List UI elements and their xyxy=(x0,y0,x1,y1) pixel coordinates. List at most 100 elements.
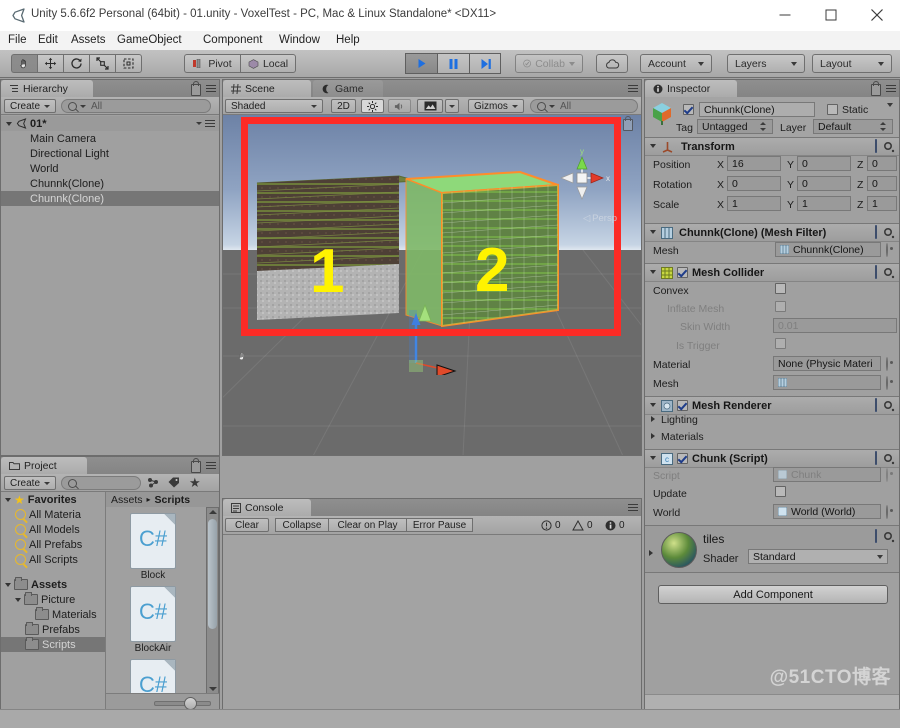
scene-search-input[interactable]: All xyxy=(530,99,638,113)
collider-mesh-object-picker[interactable] xyxy=(886,376,888,390)
scene-gizmos-dropdown[interactable]: Gizmos xyxy=(468,99,524,113)
scene-projection-label[interactable]: ◁ Persp xyxy=(583,213,617,224)
collab-button[interactable]: Collab xyxy=(515,54,583,73)
pivot-button[interactable]: Pivot xyxy=(184,54,240,73)
hand-tool[interactable] xyxy=(11,54,37,73)
project-tree-favorites[interactable]: ★ Favorites xyxy=(1,492,105,507)
menu-help[interactable]: Help xyxy=(336,34,360,46)
mesh-renderer-preset-icon[interactable] xyxy=(875,398,877,412)
position-x-field[interactable]: 16 xyxy=(727,156,781,171)
mesh-filter-mesh-field[interactable]: Chunnk(Clone) xyxy=(775,242,881,257)
static-checkbox[interactable] xyxy=(827,104,838,115)
account-dropdown[interactable]: Account xyxy=(640,54,712,73)
hierarchy-search-input[interactable]: All xyxy=(61,99,211,113)
material-preset-icon[interactable] xyxy=(875,529,877,543)
project-create-button[interactable]: Create xyxy=(4,476,56,490)
hierarchy-item-chunnk-clone-2[interactable]: Chunnk(Clone) xyxy=(1,191,219,206)
layout-dropdown[interactable]: Layout xyxy=(812,54,892,73)
pause-button[interactable] xyxy=(437,53,469,74)
convex-checkbox[interactable] xyxy=(775,283,786,294)
project-tree-assets[interactable]: Assets xyxy=(5,577,67,592)
move-tool[interactable] xyxy=(37,54,63,73)
project-tree-all-scripts[interactable]: All Scripts xyxy=(15,552,78,567)
project-search-input[interactable] xyxy=(61,476,141,490)
object-enabled-checkbox[interactable] xyxy=(683,104,694,115)
chunk-script-component-header[interactable]: c Chunk (Script) xyxy=(645,449,899,468)
scene-menu-icon[interactable] xyxy=(627,84,638,93)
project-tree-materials[interactable]: Materials xyxy=(35,607,97,622)
project-menu-icon[interactable] xyxy=(205,461,216,470)
layer-dropdown[interactable]: Default xyxy=(813,119,893,134)
console-log-list[interactable] xyxy=(223,535,641,711)
tab-project[interactable]: Project xyxy=(1,457,87,474)
step-button[interactable] xyxy=(469,53,501,74)
mesh-renderer-component-header[interactable]: Mesh Renderer xyxy=(645,396,899,415)
materials-foldout-label[interactable]: Materials xyxy=(661,431,704,443)
rotation-z-field[interactable]: 0 xyxy=(867,176,897,191)
hierarchy-scene-menu-icon[interactable] xyxy=(196,119,215,128)
asset-icon-blockair[interactable]: C# xyxy=(131,587,175,641)
shader-dropdown[interactable]: Standard xyxy=(748,549,888,564)
collider-material-field[interactable]: None (Physic Materi xyxy=(773,356,881,371)
console-info-counter[interactable]: 0 xyxy=(605,518,625,532)
tag-dropdown[interactable]: Untagged xyxy=(697,119,773,134)
lighting-foldout-label[interactable]: Lighting xyxy=(661,414,698,426)
menu-edit[interactable]: Edit xyxy=(38,34,58,46)
console-clear-button[interactable]: Clear xyxy=(225,518,269,532)
project-tree-all-prefabs[interactable]: All Prefabs xyxy=(15,537,82,552)
chunk-script-preset-icon[interactable] xyxy=(875,451,877,465)
rotate-tool[interactable] xyxy=(63,54,89,73)
scene-viewport[interactable]: 1 2 y x ◁ Persp xyxy=(223,115,641,455)
mesh-renderer-enabled-checkbox[interactable] xyxy=(677,400,688,411)
cloud-button[interactable] xyxy=(596,54,628,73)
scene-lock-icon[interactable] xyxy=(623,116,633,131)
tab-scene[interactable]: Scene xyxy=(223,80,311,97)
add-component-button[interactable]: Add Component xyxy=(658,585,888,604)
breadcrumb-assets[interactable]: Assets xyxy=(111,494,143,506)
world-field[interactable]: World (World) xyxy=(773,504,881,519)
tab-game[interactable]: Game xyxy=(313,80,383,97)
mesh-renderer-gear-icon[interactable] xyxy=(882,399,895,415)
material-gear-icon[interactable] xyxy=(882,530,895,546)
position-y-field[interactable]: 0 xyxy=(797,156,851,171)
local-button[interactable]: Local xyxy=(240,54,296,73)
hierarchy-item-chunnk-clone-1[interactable]: Chunnk(Clone) xyxy=(1,176,219,191)
project-tree-picture[interactable]: Picture xyxy=(15,592,75,607)
console-clear-on-play-button[interactable]: Clear on Play xyxy=(329,518,407,532)
favorite-star-icon[interactable]: ★ xyxy=(189,476,201,489)
mesh-collider-enabled-checkbox[interactable] xyxy=(677,267,688,278)
update-checkbox[interactable] xyxy=(775,486,786,497)
transform-component-header[interactable]: Transform xyxy=(645,137,899,156)
collider-material-object-picker[interactable] xyxy=(886,357,888,371)
console-error-counter[interactable]: 0 xyxy=(541,518,561,532)
scale-x-field[interactable]: 1 xyxy=(727,196,781,211)
scale-z-field[interactable]: 1 xyxy=(867,196,897,211)
project-tree-prefabs[interactable]: Prefabs xyxy=(25,622,80,637)
rotation-x-field[interactable]: 0 xyxy=(727,176,781,191)
hierarchy-create-button[interactable]: Create xyxy=(4,99,56,113)
inspector-lock-icon[interactable] xyxy=(871,81,881,96)
console-menu-icon[interactable] xyxy=(627,503,638,512)
console-collapse-button[interactable]: Collapse xyxy=(275,518,329,532)
transform-preset-icon[interactable] xyxy=(875,139,877,153)
console-error-pause-button[interactable]: Error Pause xyxy=(407,518,473,532)
tab-hierarchy[interactable]: Hierarchy xyxy=(1,80,93,97)
scale-y-field[interactable]: 1 xyxy=(797,196,851,211)
filter-by-type-icon[interactable] xyxy=(147,477,159,491)
chunk-script-gear-icon[interactable] xyxy=(882,452,895,468)
mesh-filter-preset-icon[interactable] xyxy=(875,225,877,239)
project-lock-icon[interactable] xyxy=(191,458,201,473)
scene-draw-mode-dropdown[interactable]: Shaded xyxy=(225,99,323,113)
hierarchy-item-directional-light[interactable]: Directional Light xyxy=(1,146,219,161)
play-button[interactable] xyxy=(405,53,437,74)
hierarchy-lock-icon[interactable] xyxy=(191,81,201,96)
scene-effects-toggle[interactable] xyxy=(417,99,443,113)
scene-effects-dropdown[interactable] xyxy=(445,99,459,113)
project-tree-scripts[interactable]: Scripts xyxy=(1,637,105,652)
hierarchy-scene-row[interactable]: 01* xyxy=(1,116,219,131)
mesh-collider-component-header[interactable]: Mesh Collider xyxy=(645,263,899,282)
maximize-button[interactable] xyxy=(808,0,854,30)
scale-tool[interactable] xyxy=(89,54,115,73)
hierarchy-item-main-camera[interactable]: Main Camera xyxy=(1,131,219,146)
breadcrumb-scripts[interactable]: Scripts xyxy=(155,494,191,506)
